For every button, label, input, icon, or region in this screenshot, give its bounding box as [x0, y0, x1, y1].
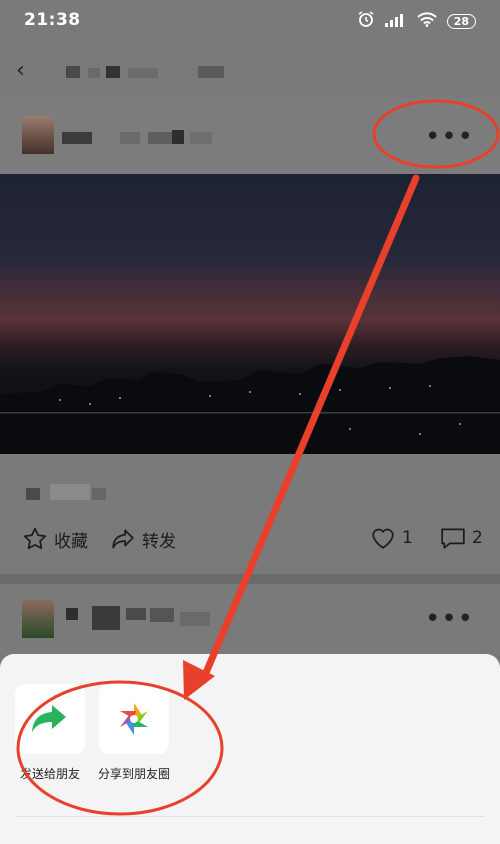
- redacted-text: [150, 608, 174, 622]
- share-to-moments-label: 分享到朋友圈: [97, 767, 170, 781]
- favorite-button[interactable]: 收藏: [22, 526, 88, 552]
- redacted-text: [148, 132, 172, 144]
- app-screen: 21:38 28 ‹ ••• 收藏 转发 1 2 ••• 发送给朋友 分享到朋友…: [0, 0, 500, 844]
- favorite-label: 收藏: [54, 531, 88, 552]
- heart-icon: [372, 528, 394, 549]
- signal-icon: [384, 12, 407, 31]
- redacted-title-part: [88, 68, 100, 78]
- wifi-icon: [416, 11, 437, 31]
- redacted-caption: [50, 484, 90, 500]
- avatar[interactable]: [22, 116, 54, 154]
- redacted-title: [66, 66, 80, 78]
- star-icon: [23, 527, 47, 550]
- redacted-text: [120, 132, 140, 144]
- send-to-friend-tile[interactable]: [15, 684, 85, 754]
- post-photo[interactable]: [0, 174, 500, 454]
- share-to-moments-option[interactable]: 分享到朋友圈: [94, 684, 174, 783]
- redacted-text: [172, 130, 184, 144]
- post-header: •••: [0, 98, 500, 174]
- redacted-title-part: [198, 66, 224, 78]
- post-separator: [0, 574, 500, 584]
- send-to-friend-label: 发送给朋友: [19, 767, 80, 781]
- forward-button[interactable]: 转发: [110, 526, 176, 552]
- redacted-text: [92, 606, 120, 630]
- city-skyline: [0, 356, 500, 454]
- like-button[interactable]: 1: [370, 526, 413, 550]
- comment-icon: [441, 528, 465, 549]
- redacted-username: [62, 132, 92, 144]
- nav-bar: ‹: [0, 48, 500, 98]
- share-to-moments-tile[interactable]: [99, 684, 169, 754]
- post-actions: 收藏 转发 1 2: [0, 520, 500, 560]
- avatar[interactable]: [22, 600, 54, 638]
- sheet-divider: [16, 816, 484, 817]
- redacted-text: [126, 608, 146, 620]
- status-time: 21:38: [24, 10, 81, 30]
- redacted-text: [180, 612, 210, 626]
- moments-aperture-icon: [120, 703, 148, 735]
- redacted-text: [190, 132, 212, 144]
- redacted-title-part: [128, 68, 158, 78]
- comment-count: 2: [472, 528, 483, 548]
- like-count: 1: [402, 528, 413, 548]
- back-arrow-icon[interactable]: ‹: [16, 58, 25, 83]
- share-arrow-icon: [32, 705, 66, 732]
- forward-label: 转发: [142, 531, 176, 552]
- alarm-icon: [357, 10, 375, 32]
- battery-indicator: 28: [446, 13, 476, 29]
- redacted-username: [66, 608, 78, 620]
- status-bar: 21:38 28: [0, 0, 500, 40]
- redacted-caption: [26, 488, 40, 500]
- more-options-icon[interactable]: •••: [425, 122, 474, 152]
- redacted-caption: [92, 488, 106, 500]
- redacted-title-part: [106, 66, 120, 78]
- comment-button[interactable]: 2: [440, 526, 483, 550]
- forward-arrow-icon: [112, 529, 134, 549]
- status-icons: 28: [357, 10, 476, 32]
- send-to-friend-option[interactable]: 发送给朋友: [10, 684, 90, 783]
- share-sheet: 发送给朋友 分享到朋友圈: [0, 654, 500, 844]
- more-options-icon[interactable]: •••: [425, 604, 474, 634]
- next-post-header: •••: [0, 584, 500, 664]
